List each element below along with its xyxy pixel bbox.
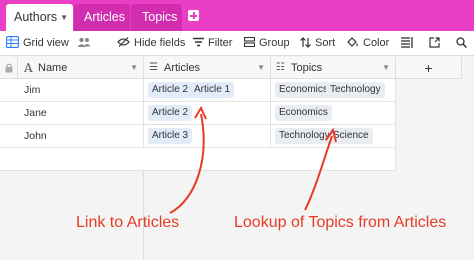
link-arrow bbox=[169, 113, 205, 214]
annotation-lookup: Lookup of Topics from Articles bbox=[234, 214, 447, 231]
lookup-arrow bbox=[304, 135, 333, 211]
annotation-link: Link to Articles bbox=[76, 214, 180, 231]
link-arrowhead bbox=[194, 105, 207, 120]
